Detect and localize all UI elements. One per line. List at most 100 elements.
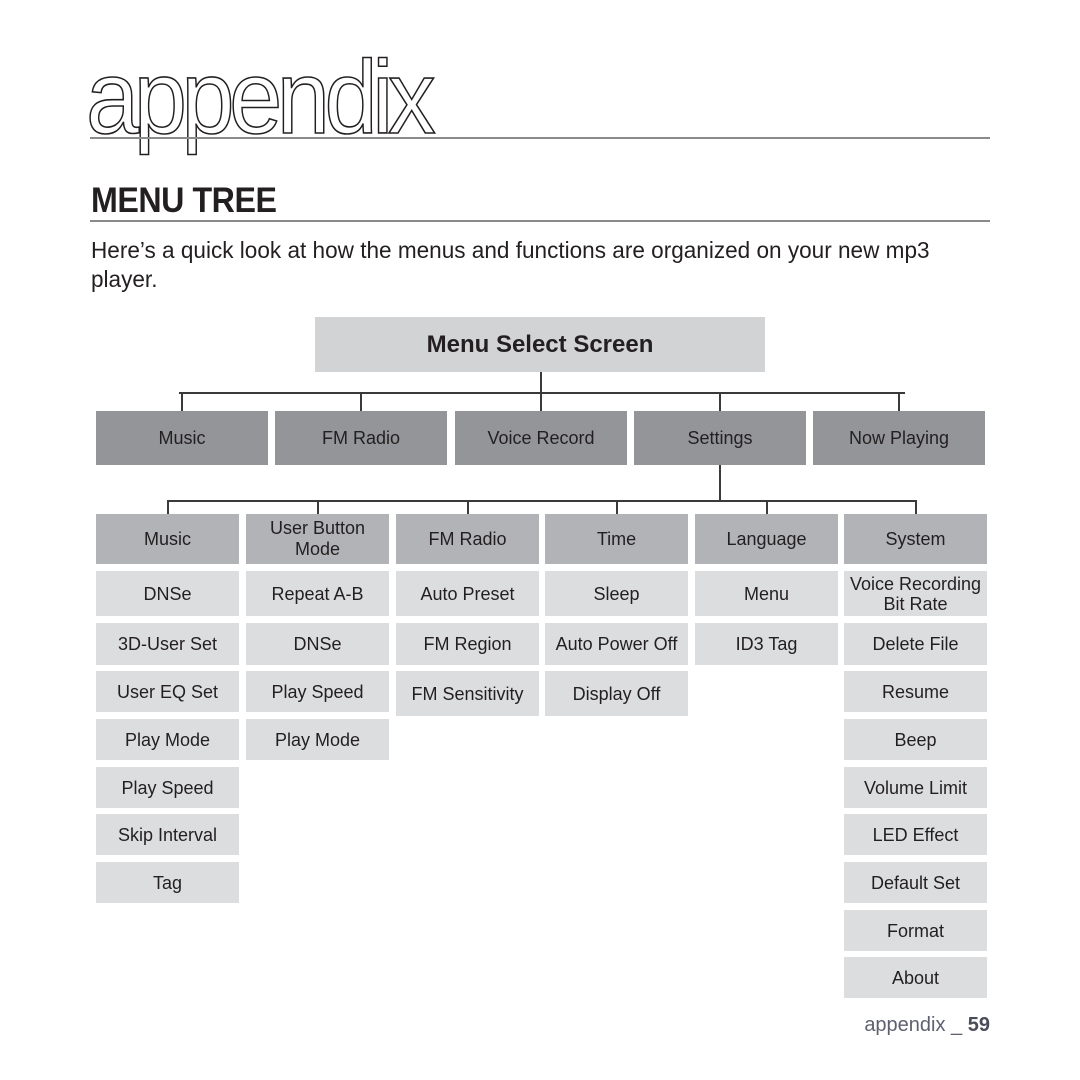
menu-item-fm-sensitivity-label: FM Sensitivity [411, 683, 524, 704]
connector-to-settings-time [616, 500, 618, 514]
top-menu-settings: Settings [634, 411, 806, 465]
menu-item-about: About [844, 957, 987, 998]
settings-submenu-user-button-mode-label: User Button Mode [269, 518, 366, 559]
top-menu-music: Music [96, 411, 268, 465]
connector-settings-stem [719, 465, 721, 501]
root-node-menu-select-screen-label: Menu Select Screen [426, 330, 654, 358]
menu-item-skip-interval-label: Skip Interval [117, 824, 218, 845]
menu-item-play-mode: Play Mode [96, 719, 239, 760]
menu-item-id3-tag-label: ID3 Tag [735, 634, 798, 654]
menu-item-auto-preset-label: Auto Preset [420, 583, 515, 604]
section-title: MENU TREE [91, 181, 277, 220]
menu-item-dnse: DNSe [246, 623, 389, 665]
top-menu-now-playing-label: Now Playing [848, 427, 950, 448]
top-menu-fm-radio: FM Radio [275, 411, 447, 465]
menu-item-fm-sensitivity: FM Sensitivity [396, 671, 539, 716]
settings-submenu-language: Language [695, 514, 838, 564]
top-menu-now-playing: Now Playing [813, 411, 985, 465]
settings-submenu-user-button-mode: User Button Mode [246, 514, 389, 564]
page-footer: appendix _ 59 [864, 1014, 990, 1037]
menu-item-default-set: Default Set [844, 862, 987, 903]
menu-item-volume-limit-label: Volume Limit [863, 777, 968, 798]
intro-paragraph: Here’s a quick look at how the menus and… [91, 237, 930, 292]
menu-item-auto-power-off: Auto Power Off [545, 623, 688, 665]
menu-item-dnse: DNSe [96, 571, 239, 616]
menu-item-3d-user-set: 3D-User Set [96, 623, 239, 665]
connector-to-settings-music [167, 500, 169, 514]
menu-item-auto-preset: Auto Preset [396, 571, 539, 616]
connector-to-settings [719, 392, 721, 411]
menu-item-3d-user-set-label: 3D-User Set [117, 634, 218, 654]
menu-item-menu-label: Menu [743, 583, 790, 604]
menu-item-sleep-label: Sleep [593, 583, 640, 604]
chapter-title: appendix [85, 40, 436, 156]
top-menu-settings-label: Settings [687, 427, 753, 448]
menu-item-repeat-a-b-label: Repeat A-B [271, 583, 364, 604]
settings-submenu-fm-radio: FM Radio [396, 514, 539, 564]
menu-item-display-off-label: Display Off [572, 683, 661, 704]
menu-item-delete-file-label: Delete File [872, 634, 959, 654]
connector-to-voice-record [540, 392, 542, 411]
menu-item-fm-region: FM Region [396, 623, 539, 665]
settings-submenu-system: System [844, 514, 987, 564]
menu-item-led-effect-label: LED Effect [872, 824, 959, 845]
chapter-title-rule [90, 137, 990, 139]
menu-item-user-eq-set-label: User EQ Set [116, 681, 219, 702]
menu-item-sleep: Sleep [545, 571, 688, 616]
menu-item-volume-limit: Volume Limit [844, 767, 987, 808]
menu-item-voice-recording-bit-rate: Voice Recording Bit Rate [844, 571, 987, 616]
settings-submenu-system-label: System [885, 528, 946, 549]
settings-submenu-music-label: Music [143, 528, 191, 549]
root-node-menu-select-screen: Menu Select Screen [315, 317, 765, 372]
connector-to-now-playing [898, 392, 900, 411]
connector-to-music [181, 392, 183, 411]
menu-item-format: Format [844, 910, 987, 951]
menu-item-tag: Tag [96, 862, 239, 903]
menu-item-dnse-label: DNSe [293, 634, 342, 654]
connector-to-settings-user-button-mode [317, 500, 319, 514]
top-menu-fm-radio-label: FM Radio [321, 427, 401, 448]
section-title-rule [90, 220, 990, 222]
menu-item-dnse-label: DNSe [143, 583, 192, 604]
menu-item-play-mode-label: Play Mode [124, 729, 211, 750]
connector-to-settings-system [915, 500, 917, 514]
menu-item-voice-recording-bit-rate-label: Voice Recording Bit Rate [849, 573, 982, 614]
connector-root-stem [540, 372, 542, 393]
settings-submenu-music: Music [96, 514, 239, 564]
menu-item-user-eq-set: User EQ Set [96, 671, 239, 712]
settings-submenu-language-label: Language [726, 528, 807, 549]
menu-item-beep: Beep [844, 719, 987, 760]
connector-level2-bar [168, 500, 916, 502]
top-menu-voice-record-label: Voice Record [487, 427, 595, 448]
menu-item-beep-label: Beep [894, 729, 937, 750]
settings-submenu-time-label: Time [596, 528, 637, 549]
menu-item-repeat-a-b: Repeat A-B [246, 571, 389, 616]
top-menu-music-label: Music [158, 427, 206, 448]
settings-submenu-time: Time [545, 514, 688, 564]
menu-item-skip-interval: Skip Interval [96, 814, 239, 855]
footer-section-label: appendix _ [864, 1014, 963, 1036]
settings-submenu-fm-radio-label: FM Radio [428, 528, 507, 549]
connector-to-fm-radio [360, 392, 362, 411]
menu-item-id3-tag: ID3 Tag [695, 623, 838, 665]
connector-to-settings-language [766, 500, 768, 514]
menu-item-play-speed: Play Speed [96, 767, 239, 808]
menu-item-delete-file: Delete File [844, 623, 987, 665]
menu-item-play-mode-label: Play Mode [274, 729, 361, 750]
menu-item-default-set-label: Default Set [870, 872, 961, 893]
menu-item-about-label: About [891, 967, 940, 988]
menu-item-format-label: Format [886, 920, 944, 941]
top-menu-voice-record: Voice Record [455, 411, 627, 465]
menu-item-play-speed-label: Play Speed [121, 777, 214, 798]
connector-to-settings-fm-radio [467, 500, 469, 514]
menu-item-resume-label: Resume [881, 681, 950, 702]
page-number: 59 [967, 1014, 990, 1036]
menu-item-auto-power-off-label: Auto Power Off [555, 634, 678, 654]
connector-level1-bar [179, 392, 905, 394]
menu-item-tag-label: Tag [152, 872, 183, 893]
menu-item-fm-region-label: FM Region [423, 634, 512, 654]
menu-item-play-speed-label: Play Speed [271, 681, 364, 702]
menu-item-menu: Menu [695, 571, 838, 616]
menu-item-display-off: Display Off [545, 671, 688, 716]
menu-item-led-effect: LED Effect [844, 814, 987, 855]
